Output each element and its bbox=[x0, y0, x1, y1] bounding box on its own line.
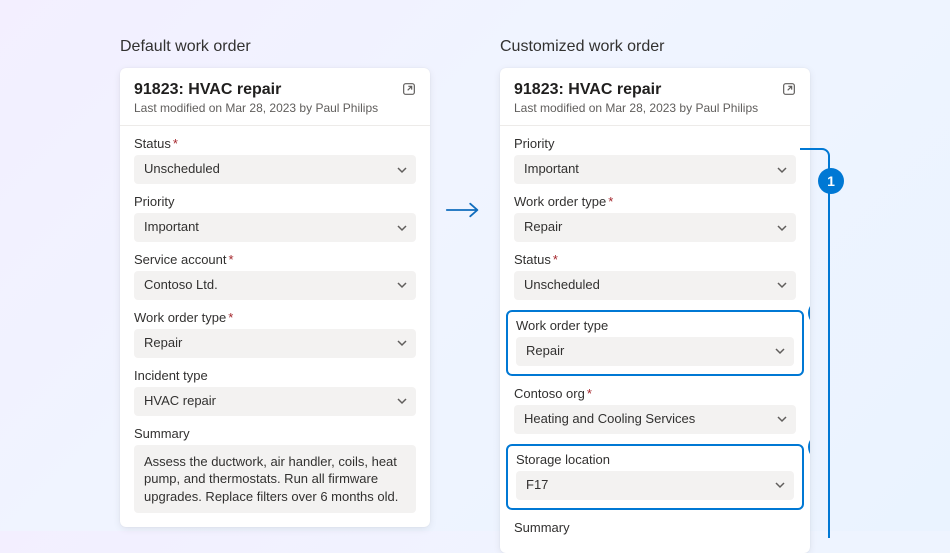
open-icon[interactable] bbox=[778, 78, 800, 100]
connector-line-1 bbox=[800, 148, 830, 538]
priority-select[interactable]: Important bbox=[134, 213, 416, 242]
priority-select[interactable]: Important bbox=[514, 155, 796, 184]
summary-text[interactable]: Assess the ductwork, air handler, coils,… bbox=[134, 445, 416, 514]
service-account-select[interactable]: Contoso Ltd. bbox=[134, 271, 416, 300]
chevron-down-icon bbox=[776, 222, 788, 234]
callout-badge-1: 1 bbox=[818, 168, 844, 194]
work-order-type-select[interactable]: Repair bbox=[134, 329, 416, 358]
work-order-type-select[interactable]: Repair bbox=[516, 337, 794, 366]
customized-section-title: Customized work order bbox=[500, 38, 810, 56]
default-section-title: Default work order bbox=[120, 38, 430, 56]
priority-label: Priority bbox=[134, 194, 416, 209]
status-select[interactable]: Unscheduled bbox=[134, 155, 416, 184]
work-order-type-req-select[interactable]: Repair bbox=[514, 213, 796, 242]
service-account-label: Service account* bbox=[134, 252, 416, 267]
work-order-type-label: Work order type* bbox=[134, 310, 416, 325]
work-order-type-label: Work order type bbox=[516, 318, 794, 333]
work-order-title: 91823: HVAC repair bbox=[134, 80, 416, 99]
default-card: 91823: HVAC repair Last modified on Mar … bbox=[120, 68, 430, 527]
chevron-down-icon bbox=[396, 337, 408, 349]
chevron-down-icon bbox=[776, 164, 788, 176]
open-icon[interactable] bbox=[398, 78, 420, 100]
incident-type-select[interactable]: HVAC repair bbox=[134, 387, 416, 416]
customized-card: 91823: HVAC repair Last modified on Mar … bbox=[500, 68, 810, 553]
storage-location-label: Storage location bbox=[516, 452, 794, 467]
chevron-down-icon bbox=[776, 413, 788, 425]
chevron-down-icon bbox=[396, 395, 408, 407]
work-order-type-req-label: Work order type* bbox=[514, 194, 796, 209]
work-order-subtitle: Last modified on Mar 28, 2023 by Paul Ph… bbox=[134, 101, 416, 115]
status-label: Status* bbox=[134, 136, 416, 151]
contoso-org-select[interactable]: Heating and Cooling Services bbox=[514, 405, 796, 434]
chevron-down-icon bbox=[774, 345, 786, 357]
summary-label: Summary bbox=[134, 426, 416, 441]
card-header: 91823: HVAC repair Last modified on Mar … bbox=[120, 68, 430, 126]
priority-label: Priority bbox=[514, 136, 796, 151]
status-label: Status* bbox=[514, 252, 796, 267]
work-order-title: 91823: HVAC repair bbox=[514, 80, 796, 99]
status-select[interactable]: Unscheduled bbox=[514, 271, 796, 300]
highlight-box-2: 2 Work order type Repair bbox=[506, 310, 804, 376]
highlight-box-3: 3 Storage location F17 bbox=[506, 444, 804, 510]
chevron-down-icon bbox=[396, 164, 408, 176]
chevron-down-icon bbox=[774, 479, 786, 491]
chevron-down-icon bbox=[396, 279, 408, 291]
card-header: 91823: HVAC repair Last modified on Mar … bbox=[500, 68, 810, 126]
contoso-org-label: Contoso org* bbox=[514, 386, 796, 401]
work-order-subtitle: Last modified on Mar 28, 2023 by Paul Ph… bbox=[514, 101, 796, 115]
chevron-down-icon bbox=[776, 279, 788, 291]
arrow-right-icon bbox=[445, 200, 481, 225]
incident-type-label: Incident type bbox=[134, 368, 416, 383]
summary-label: Summary bbox=[514, 520, 796, 535]
storage-location-select[interactable]: F17 bbox=[516, 471, 794, 500]
chevron-down-icon bbox=[396, 222, 408, 234]
